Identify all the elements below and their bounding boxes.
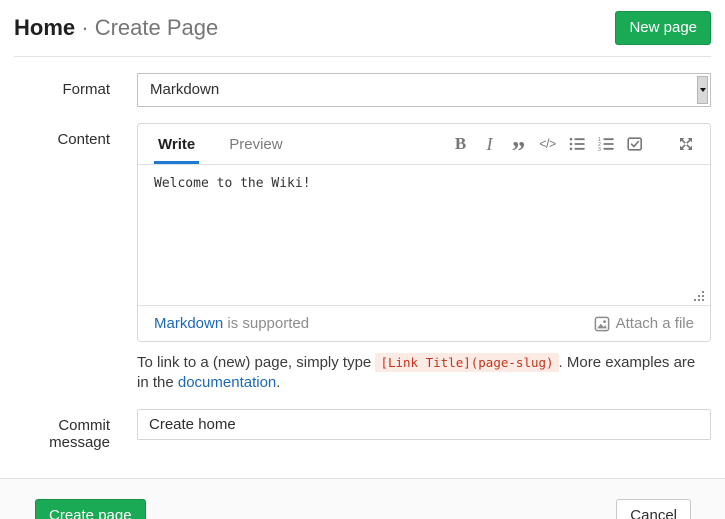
editor-footer: Markdown is supported Attach a file: [138, 305, 710, 341]
editor-toolbar: B I ” </>: [452, 124, 694, 164]
commit-row: Commit message: [14, 409, 711, 451]
inline-code-example: [Link Title](page-slug): [375, 353, 558, 372]
commit-message-label: Commit message: [14, 409, 137, 451]
task-list-icon[interactable]: [626, 134, 643, 154]
bullet-list-icon[interactable]: [568, 134, 585, 154]
quote-icon[interactable]: ”: [510, 134, 527, 154]
format-row: Format Markdown: [14, 73, 711, 107]
new-page-button[interactable]: New page: [615, 11, 711, 45]
fullscreen-icon[interactable]: [677, 134, 694, 154]
format-label: Format: [14, 73, 137, 107]
markdown-editor: Write Preview B I ” </>: [137, 123, 711, 342]
svg-text:3: 3: [598, 147, 601, 152]
editor-write-area: Welcome to the Wiki!: [138, 165, 710, 305]
attach-file-button[interactable]: Attach a file: [594, 315, 694, 332]
page-title-primary: Home: [14, 15, 75, 40]
format-select[interactable]: Markdown: [137, 73, 711, 107]
page-header: Home · Create Page New page: [14, 0, 711, 57]
create-page-button[interactable]: Create page: [35, 499, 146, 519]
markdown-link[interactable]: Markdown: [154, 315, 223, 332]
chevron-down-icon: [700, 88, 706, 92]
page-title: Home · Create Page: [14, 11, 218, 45]
title-separator: ·: [81, 15, 88, 40]
help-period: .: [276, 374, 280, 391]
cancel-button[interactable]: Cancel: [616, 499, 691, 519]
content-textarea[interactable]: Welcome to the Wiki!: [138, 165, 710, 305]
help-before-code: To link to a (new) page, simply type: [137, 354, 375, 371]
bold-icon[interactable]: B: [452, 134, 469, 154]
code-icon[interactable]: </>: [539, 134, 556, 154]
wiki-create-page: Home · Create Page New page Format Markd…: [0, 0, 725, 451]
documentation-link[interactable]: documentation: [178, 374, 276, 391]
tab-preview[interactable]: Preview: [225, 124, 286, 164]
supported-text: is supported: [223, 315, 309, 332]
content-row: Content Write Preview B I ” </>: [14, 123, 711, 393]
content-label: Content: [14, 123, 137, 393]
markdown-supported-note: Markdown is supported: [154, 315, 309, 332]
italic-icon[interactable]: I: [481, 134, 498, 154]
select-dropdown-strip: [697, 76, 708, 104]
editor-tab-bar: Write Preview B I ” </>: [138, 124, 710, 165]
form-actions: Create page Cancel: [0, 478, 725, 519]
page-title-secondary: Create Page: [95, 15, 219, 40]
image-attach-icon: [594, 316, 610, 332]
link-help-text: To link to a (new) page, simply type [Li…: [137, 353, 711, 393]
attach-file-label: Attach a file: [616, 315, 694, 332]
commit-message-input[interactable]: [137, 409, 711, 440]
numbered-list-icon[interactable]: 1 2 3: [597, 134, 614, 154]
tab-write[interactable]: Write: [154, 124, 199, 164]
format-select-value: Markdown: [150, 81, 219, 98]
resize-grip-icon[interactable]: [694, 291, 705, 302]
